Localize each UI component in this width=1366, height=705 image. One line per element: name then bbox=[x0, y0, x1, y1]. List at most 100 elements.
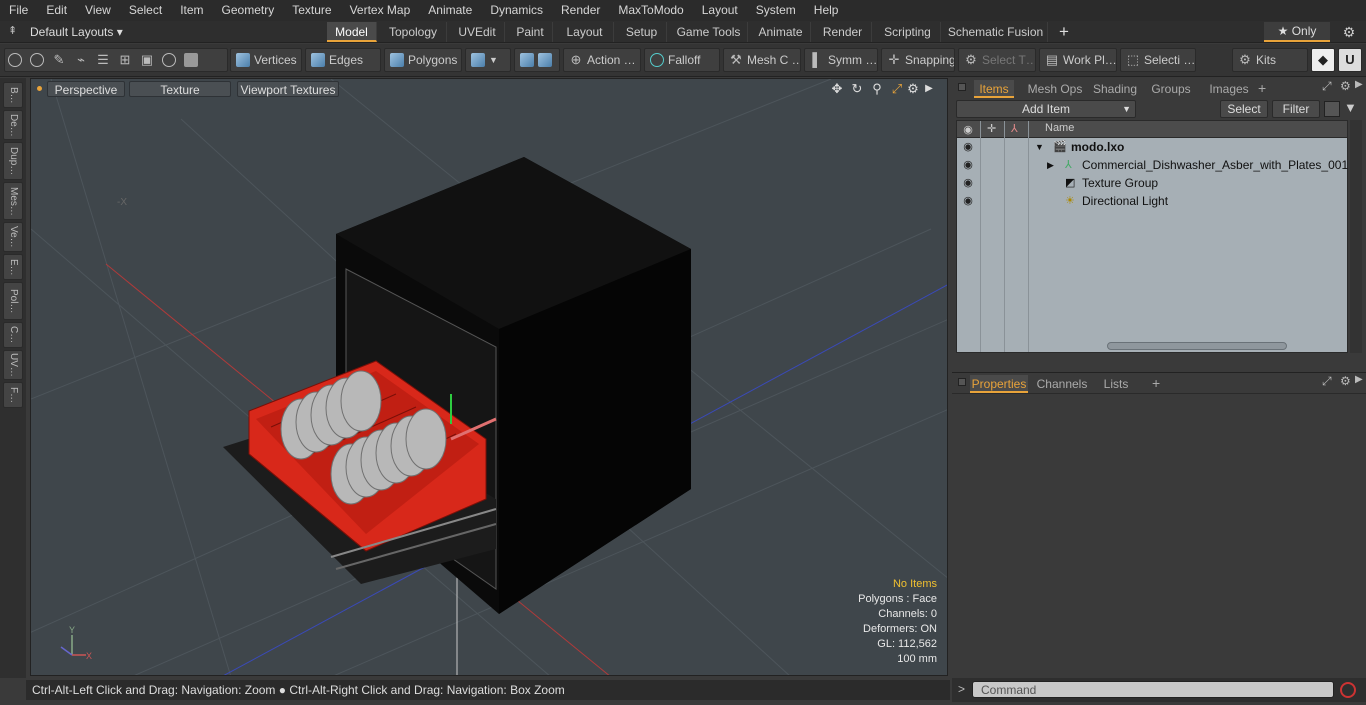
menu-dynamics[interactable]: Dynamics bbox=[481, 0, 552, 21]
select-circle-icon[interactable] bbox=[8, 53, 22, 67]
menu-vertex-map[interactable]: Vertex Map bbox=[341, 0, 420, 21]
left-tab-vertex[interactable]: Ve… bbox=[3, 222, 23, 252]
tab-paint[interactable]: Paint bbox=[508, 22, 553, 42]
menu-system[interactable]: System bbox=[747, 0, 805, 21]
tab-items[interactable]: Items bbox=[974, 80, 1014, 98]
shading-dropdown[interactable]: Texture bbox=[129, 81, 231, 97]
tab-schematic-fusion[interactable]: Schematic Fusion bbox=[944, 22, 1048, 42]
tab-game-tools[interactable]: Game Tools bbox=[670, 22, 748, 42]
layout-selector[interactable]: Default Layouts ▾ bbox=[30, 21, 123, 43]
left-tab-duplicate[interactable]: Dup… bbox=[3, 142, 23, 180]
viewport-scene[interactable]: -X Y X bbox=[31, 79, 948, 676]
visibility-eye-icon[interactable]: ◉ bbox=[962, 159, 974, 171]
viewport-menu-dot-icon[interactable] bbox=[37, 86, 42, 91]
layout-arrow-icon[interactable]: ⇞ bbox=[8, 24, 17, 37]
rotate-view-icon[interactable]: ↻ bbox=[849, 81, 865, 97]
left-tab-edge[interactable]: E… bbox=[3, 254, 23, 280]
select-through-button[interactable]: ⚙ Select T… bbox=[958, 48, 1036, 72]
name-column-header[interactable]: Name bbox=[1045, 122, 1074, 134]
menu-animate[interactable]: Animate bbox=[419, 0, 481, 21]
tab-shading[interactable]: Shading bbox=[1088, 80, 1142, 98]
tab-images[interactable]: Images bbox=[1202, 80, 1256, 98]
tab-setup[interactable]: Setup bbox=[617, 22, 667, 42]
filter-funnel-icon[interactable]: ▼ bbox=[1344, 100, 1357, 115]
edges-button[interactable]: Edges bbox=[305, 48, 381, 72]
tab-channels[interactable]: Channels bbox=[1036, 375, 1088, 393]
panel-maximize-icon[interactable]: ⤢ bbox=[1322, 79, 1332, 94]
panel-maximize-icon[interactable]: ⤢ bbox=[1322, 374, 1332, 389]
tree-row-mesh[interactable]: ◉ ▶ ⅄ Commercial_Dishwasher_Asber_with_P… bbox=[957, 156, 1348, 174]
tree-row-scene[interactable]: ◉ ▼ 🎬 modo.lxo bbox=[957, 138, 1347, 156]
3d-viewport[interactable]: -X Y X Perspective Texture Viewport Text… bbox=[30, 78, 948, 676]
snapping-button[interactable]: ✛ Snapping bbox=[881, 48, 955, 72]
panel-more-icon[interactable]: ▶ bbox=[1355, 79, 1363, 90]
unity-icon[interactable]: ◆ bbox=[1311, 48, 1335, 72]
symmetry-mode-button[interactable] bbox=[514, 48, 560, 72]
menu-texture[interactable]: Texture bbox=[283, 0, 340, 21]
timer-icon[interactable] bbox=[162, 53, 176, 67]
tree-row-light[interactable]: ◉ ☀ Directional Light bbox=[957, 192, 1347, 210]
left-tab-uv[interactable]: UV… bbox=[3, 350, 23, 380]
left-tab-deform[interactable]: De… bbox=[3, 110, 23, 140]
tree-row-texture-group[interactable]: ◉ ◩ Texture Group bbox=[957, 174, 1347, 192]
visibility-eye-icon[interactable]: ◉ bbox=[962, 141, 974, 153]
tree-horizontal-scrollbar[interactable] bbox=[1107, 342, 1287, 350]
polygons-button[interactable]: Polygons bbox=[384, 48, 462, 72]
menu-geometry[interactable]: Geometry bbox=[213, 0, 284, 21]
work-plane-button[interactable]: ▤ Work Pl… bbox=[1039, 48, 1117, 72]
record-macro-icon[interactable] bbox=[1340, 682, 1356, 698]
panel-menu-icon[interactable] bbox=[958, 83, 966, 91]
add-panel-tab-button[interactable]: + bbox=[1152, 375, 1160, 391]
tab-topology[interactable]: Topology bbox=[380, 22, 447, 42]
only-toggle-button[interactable]: ★ Only bbox=[1264, 22, 1330, 42]
tab-scripting[interactable]: Scripting bbox=[875, 22, 941, 42]
menu-item[interactable]: Item bbox=[171, 0, 212, 21]
menu-render[interactable]: Render bbox=[552, 0, 609, 21]
viewport-more-icon[interactable]: ▶ bbox=[921, 81, 937, 97]
visibility-eye-icon[interactable]: ◉ bbox=[962, 195, 974, 207]
viewport-textures-dropdown[interactable]: Viewport Textures bbox=[237, 81, 339, 97]
brush-icon[interactable]: ⌁ bbox=[74, 53, 88, 67]
tree-vertical-scrollbar[interactable] bbox=[1350, 120, 1362, 353]
command-input[interactable]: Command bbox=[972, 681, 1334, 698]
tab-properties[interactable]: Properties bbox=[970, 375, 1028, 393]
tab-mesh-ops[interactable]: Mesh Ops bbox=[1024, 80, 1086, 98]
unreal-icon[interactable]: U bbox=[1338, 48, 1362, 72]
globe-icon[interactable] bbox=[30, 53, 44, 67]
symmetry-button[interactable]: ▌ Symm … bbox=[804, 48, 878, 72]
viewport-settings-gear-icon[interactable]: ⚙ bbox=[905, 81, 921, 97]
frame-icon[interactable]: ▣ bbox=[140, 53, 154, 67]
kits-button[interactable]: ⚙ Kits bbox=[1232, 48, 1308, 72]
panel-menu-icon[interactable] bbox=[958, 378, 966, 386]
tab-animate[interactable]: Animate bbox=[751, 22, 811, 42]
menu-file[interactable]: File bbox=[0, 0, 37, 21]
center-icon[interactable]: ⊞ bbox=[118, 53, 132, 67]
action-center-button[interactable]: ⊕ Action … bbox=[563, 48, 641, 72]
menu-select[interactable]: Select bbox=[120, 0, 171, 21]
visibility-eye-icon[interactable]: ◉ bbox=[962, 177, 974, 189]
selection-sets-button[interactable]: ⬚ Selecti … bbox=[1120, 48, 1196, 72]
settings-gear-icon[interactable]: ⚙ bbox=[1340, 23, 1358, 41]
tab-groups[interactable]: Groups bbox=[1148, 80, 1194, 98]
expand-arrow-icon[interactable]: ▶ bbox=[1047, 156, 1054, 174]
pen-icon[interactable]: ✎ bbox=[52, 53, 66, 67]
add-item-button[interactable]: Add Item ▼ bbox=[956, 100, 1136, 118]
menu-maxtomodo[interactable]: MaxToModo bbox=[609, 0, 692, 21]
tab-model[interactable]: Model bbox=[327, 22, 377, 42]
mesh-constraint-button[interactable]: ⚒ Mesh C … bbox=[723, 48, 801, 72]
align-icon[interactable]: ☰ bbox=[96, 53, 110, 67]
left-tab-fusion[interactable]: F… bbox=[3, 382, 23, 408]
maximize-view-icon[interactable]: ⤢ bbox=[889, 81, 905, 97]
falloff-button[interactable]: Falloff bbox=[644, 48, 720, 72]
menu-layout[interactable]: Layout bbox=[693, 0, 747, 21]
tab-uvedit[interactable]: UVEdit bbox=[450, 22, 505, 42]
panel-more-icon[interactable]: ▶ bbox=[1355, 374, 1363, 385]
tab-render[interactable]: Render bbox=[814, 22, 872, 42]
left-tab-mesh-edit[interactable]: Mes… bbox=[3, 182, 23, 220]
panel-settings-gear-icon[interactable]: ⚙ bbox=[1340, 79, 1351, 93]
add-tab-button[interactable]: + bbox=[1056, 21, 1072, 43]
shield-icon[interactable] bbox=[184, 53, 198, 67]
tab-lists[interactable]: Lists bbox=[1096, 375, 1136, 393]
vertices-button[interactable]: Vertices bbox=[230, 48, 302, 72]
item-mode-button[interactable]: ▼ bbox=[465, 48, 511, 72]
